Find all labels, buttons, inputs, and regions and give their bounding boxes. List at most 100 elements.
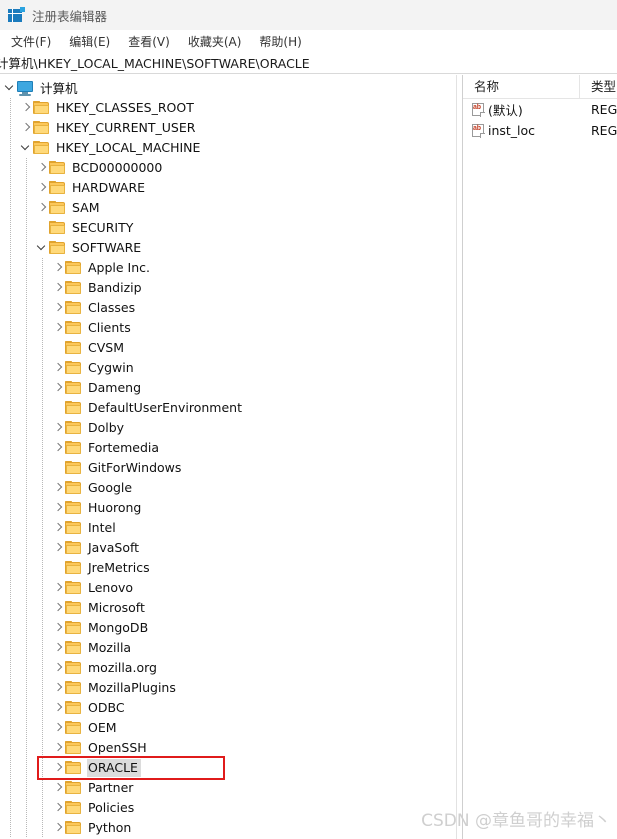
chevron-right-icon[interactable] bbox=[52, 718, 65, 738]
chevron-right-icon[interactable] bbox=[52, 698, 65, 718]
tree-item-mongodb[interactable]: MongoDB bbox=[0, 618, 456, 638]
tree-item-sam[interactable]: SAM bbox=[0, 198, 456, 218]
tree-item-lenovo[interactable]: Lenovo bbox=[0, 578, 456, 598]
chevron-right-icon[interactable] bbox=[52, 438, 65, 458]
tree-item-security[interactable]: SECURITY bbox=[0, 218, 456, 238]
chevron-right-icon[interactable] bbox=[52, 818, 65, 838]
chevron-right-icon[interactable] bbox=[20, 118, 33, 138]
menu-item-favorites[interactable]: 收藏夹(A) bbox=[179, 31, 251, 52]
tree-item-label: HKEY_CLASSES_ROOT bbox=[56, 100, 194, 115]
tree-item-odbc[interactable]: ODBC bbox=[0, 698, 456, 718]
tree-item-javasoft[interactable]: JavaSoft bbox=[0, 538, 456, 558]
tree-item-openssh[interactable]: OpenSSH bbox=[0, 738, 456, 758]
chevron-right-icon[interactable] bbox=[52, 758, 65, 778]
tree-item-jremetrics[interactable]: JreMetrics bbox=[0, 558, 456, 578]
tree-guide-line bbox=[26, 818, 27, 838]
chevron-right-icon[interactable] bbox=[36, 158, 49, 178]
tree-item-python[interactable]: Python bbox=[0, 818, 456, 838]
tree-item-label: Huorong bbox=[88, 500, 142, 515]
tree-guide-line bbox=[10, 658, 11, 678]
tree-item-apple-inc[interactable]: Apple Inc. bbox=[0, 258, 456, 278]
tree-item-defaultuserenvironment[interactable]: DefaultUserEnvironment bbox=[0, 398, 456, 418]
tree-item-hardware[interactable]: HARDWARE bbox=[0, 178, 456, 198]
tree-guide-line bbox=[10, 218, 11, 238]
folder-icon bbox=[65, 301, 82, 315]
tree-item-mozillaplugins[interactable]: MozillaPlugins bbox=[0, 678, 456, 698]
tree-item-[interactable]: 计算机 bbox=[0, 78, 456, 98]
tree-item-classes[interactable]: Classes bbox=[0, 298, 456, 318]
tree-item-label: Dolby bbox=[88, 420, 125, 435]
tree-item-gitforwindows[interactable]: GitForWindows bbox=[0, 458, 456, 478]
chevron-right-icon[interactable] bbox=[52, 358, 65, 378]
value-name-label: (默认) bbox=[488, 103, 523, 118]
value-row[interactable]: abinst_loc REG_ bbox=[463, 120, 617, 141]
value-row[interactable]: ab(默认) REG_ bbox=[463, 99, 617, 120]
folder-icon bbox=[65, 621, 82, 635]
chevron-right-icon[interactable] bbox=[52, 418, 65, 438]
chevron-right-icon[interactable] bbox=[52, 278, 65, 298]
chevron-right-icon[interactable] bbox=[36, 198, 49, 218]
tree-item-hkey-classes-root[interactable]: HKEY_CLASSES_ROOT bbox=[0, 98, 456, 118]
tree-item-dameng[interactable]: Dameng bbox=[0, 378, 456, 398]
tree-item-mozilla-org[interactable]: mozilla.org bbox=[0, 658, 456, 678]
tree-guide-line bbox=[42, 318, 43, 338]
chevron-right-icon[interactable] bbox=[52, 538, 65, 558]
menu-item-edit[interactable]: 编辑(E) bbox=[60, 31, 119, 52]
tree-item-hkey-local-machine[interactable]: HKEY_LOCAL_MACHINE bbox=[0, 138, 456, 158]
chevron-right-icon[interactable] bbox=[52, 738, 65, 758]
chevron-right-icon[interactable] bbox=[52, 598, 65, 618]
tree-item-bandizip[interactable]: Bandizip bbox=[0, 278, 456, 298]
address-bar[interactable]: 计算机\HKEY_LOCAL_MACHINE\SOFTWARE\ORACLE bbox=[0, 52, 617, 74]
chevron-right-icon[interactable] bbox=[36, 178, 49, 198]
chevron-right-icon[interactable] bbox=[20, 98, 33, 118]
tree-guide-line bbox=[42, 758, 43, 778]
chevron-down-icon[interactable] bbox=[4, 78, 17, 98]
tree-item-label: Bandizip bbox=[88, 280, 142, 295]
tree-item-cygwin[interactable]: Cygwin bbox=[0, 358, 456, 378]
tree-item-intel[interactable]: Intel bbox=[0, 518, 456, 538]
tree-item-software[interactable]: SOFTWARE bbox=[0, 238, 456, 258]
tree-item-oracle[interactable]: ORACLE bbox=[0, 758, 456, 778]
chevron-right-icon[interactable] bbox=[52, 638, 65, 658]
menu-item-view[interactable]: 查看(V) bbox=[119, 31, 179, 52]
tree-guide-line bbox=[26, 258, 27, 278]
tree-item-hkey-current-user[interactable]: HKEY_CURRENT_USER bbox=[0, 118, 456, 138]
tree-item-label: Google bbox=[88, 480, 133, 495]
tree-item-oem[interactable]: OEM bbox=[0, 718, 456, 738]
tree-item-mozilla[interactable]: Mozilla bbox=[0, 638, 456, 658]
chevron-right-icon[interactable] bbox=[52, 578, 65, 598]
tree-item-microsoft[interactable]: Microsoft bbox=[0, 598, 456, 618]
tree-item-label: ORACLE bbox=[87, 759, 141, 777]
menu-item-help[interactable]: 帮助(H) bbox=[250, 31, 310, 52]
chevron-down-icon[interactable] bbox=[20, 138, 33, 158]
chevron-right-icon[interactable] bbox=[52, 678, 65, 698]
tree-guide-line bbox=[26, 518, 27, 538]
chevron-right-icon[interactable] bbox=[52, 318, 65, 338]
chevron-right-icon[interactable] bbox=[52, 518, 65, 538]
tree-item-huorong[interactable]: Huorong bbox=[0, 498, 456, 518]
chevron-right-icon[interactable] bbox=[52, 298, 65, 318]
menu-item-file[interactable]: 文件(F) bbox=[2, 31, 60, 52]
chevron-right-icon[interactable] bbox=[52, 478, 65, 498]
tree-item-fortemedia[interactable]: Fortemedia bbox=[0, 438, 456, 458]
tree-item-partner[interactable]: Partner bbox=[0, 778, 456, 798]
chevron-right-icon[interactable] bbox=[52, 798, 65, 818]
tree-item-clients[interactable]: Clients bbox=[0, 318, 456, 338]
chevron-right-icon[interactable] bbox=[52, 778, 65, 798]
tree-item-policies[interactable]: Policies bbox=[0, 798, 456, 818]
pane-splitter[interactable] bbox=[456, 75, 463, 839]
chevron-right-icon[interactable] bbox=[52, 378, 65, 398]
tree-item-google[interactable]: Google bbox=[0, 478, 456, 498]
tree-item-cvsm[interactable]: CVSM bbox=[0, 338, 456, 358]
chevron-right-icon[interactable] bbox=[52, 498, 65, 518]
chevron-right-icon[interactable] bbox=[52, 258, 65, 278]
tree-item-label: SOFTWARE bbox=[72, 240, 142, 255]
chevron-down-icon[interactable] bbox=[36, 238, 49, 258]
tree-item-dolby[interactable]: Dolby bbox=[0, 418, 456, 438]
column-header-name[interactable]: 名称 bbox=[463, 75, 580, 98]
column-header-type[interactable]: 类型 bbox=[580, 75, 617, 98]
chevron-right-icon[interactable] bbox=[52, 618, 65, 638]
tree-item-bcd00000000[interactable]: BCD00000000 bbox=[0, 158, 456, 178]
folder-icon bbox=[65, 541, 82, 555]
chevron-right-icon[interactable] bbox=[52, 658, 65, 678]
